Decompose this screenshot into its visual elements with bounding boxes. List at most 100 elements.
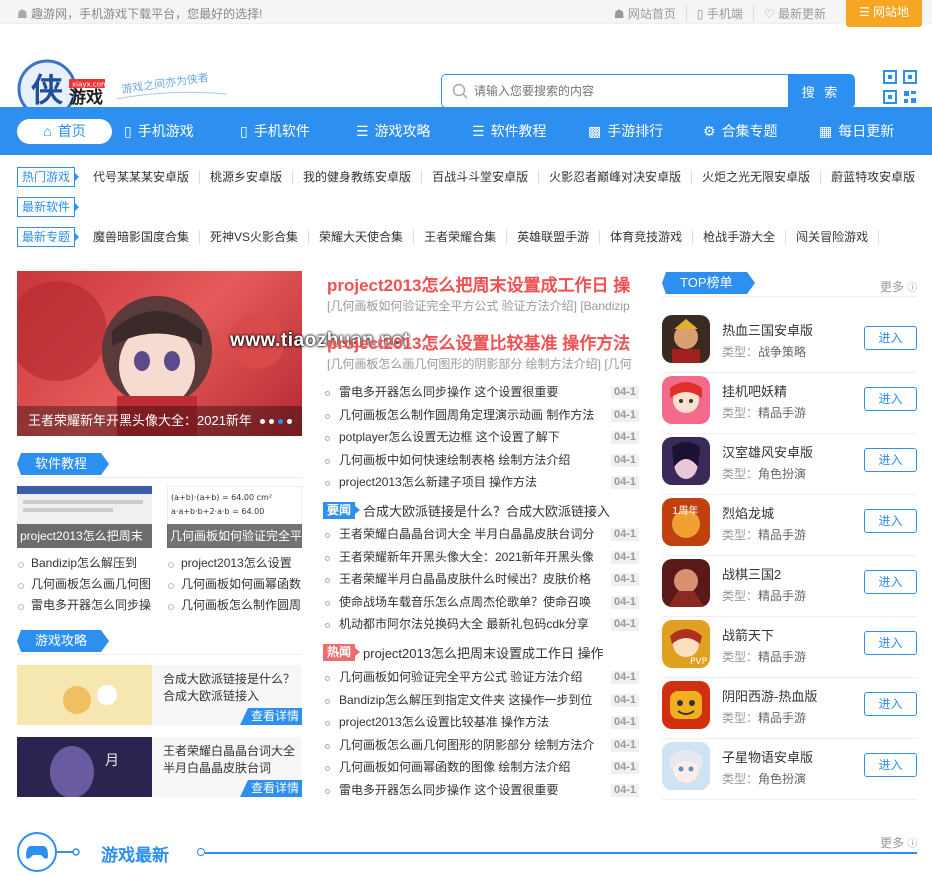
topic-link[interactable]: 枪战手游大全: [693, 230, 787, 244]
nav-game-guides[interactable]: ☰ 游戏攻略: [356, 107, 431, 155]
nav-collections[interactable]: ⚙ 合集专题: [703, 107, 778, 155]
nav-mobile-software[interactable]: ▯ 手机软件: [240, 107, 310, 155]
top-item[interactable]: 汉室雄风安卓版 类型：角色扮演 进入: [662, 434, 917, 495]
enter-button[interactable]: 进入: [864, 387, 917, 411]
game-name: 战箭天下: [722, 628, 775, 643]
game-type: 类型：战争策略: [722, 345, 807, 359]
topic-link[interactable]: 魔兽暗影国度合集: [83, 230, 201, 244]
top-link-mobile[interactable]: ▯ 手机端: [685, 5, 753, 22]
list-item[interactable]: 几何画板如何画幂函数: [167, 574, 302, 595]
latest-software-label[interactable]: 最新软件: [17, 197, 80, 217]
top-item[interactable]: 挂机吧妖精 类型：精品手游 进入: [662, 373, 917, 434]
topic-link[interactable]: 闯关冒险游戏: [786, 230, 880, 244]
soft-thumb[interactable]: (a+b)·(a+b) = 64.00 cm² a·a+b·b+2·a·b = 6…: [167, 486, 302, 548]
hot-game-link[interactable]: 百战斗斗堂安卓版: [422, 170, 540, 184]
topic-link[interactable]: 王者荣耀合集: [414, 230, 508, 244]
hot-game-link[interactable]: 桃源乡安卓版: [200, 170, 294, 184]
flag-hot[interactable]: 热闻 project2013怎么把周末设置成工作日 操作: [323, 643, 604, 661]
nav-rankings[interactable]: ▩ 手游排行: [588, 107, 663, 155]
enter-button[interactable]: 进入: [864, 509, 917, 533]
enter-button[interactable]: 进入: [864, 753, 917, 777]
game-icon: [662, 315, 710, 363]
news-item[interactable]: 几何画板如何画幂函数的图像 绘制方法介绍 04-1: [323, 756, 639, 779]
list-item[interactable]: 几何画板怎么画几何图: [17, 574, 152, 595]
list-item[interactable]: Bandizip怎么解压到: [17, 553, 152, 574]
hot-game-link[interactable]: 代号某某某安卓版: [83, 170, 201, 184]
qrcode-icon[interactable]: [883, 70, 917, 104]
news-item[interactable]: 几何画板如何验证完全平方公式 验证方法介绍 04-1: [323, 666, 639, 689]
sitemap-button[interactable]: ☰ 网站地: [846, 0, 922, 27]
news-item[interactable]: 王者荣耀新年开黑头像大全：2021新年开黑头像 04-1: [323, 546, 639, 569]
list-item[interactable]: 几何画板怎么制作圆周: [167, 595, 302, 616]
news-item[interactable]: 几何画板中如何快速绘制表格 绘制方法介绍 04-1: [323, 449, 639, 472]
game-type: 类型：精品手游: [722, 589, 807, 603]
dot[interactable]: [269, 419, 274, 424]
view-details-button[interactable]: 查看详情: [239, 708, 302, 725]
game-type: 类型：角色扮演: [722, 772, 807, 786]
hot-game-link[interactable]: 我的健身教练安卓版: [293, 170, 423, 184]
headline-2[interactable]: project2013怎么设置比较基准 操作方法: [327, 329, 639, 354]
top-link-latest[interactable]: ♡ 最新更新: [752, 5, 836, 22]
banner-slide[interactable]: 王者荣耀新年开黑头像大全：2021新年: [17, 271, 302, 436]
news-item[interactable]: 机动都市阿尔法兑换码大全 最新礼包码cdk分享 04-1: [323, 613, 639, 636]
top-item[interactable]: 1周年 烈焰龙城 类型：精品手游 进入: [662, 495, 917, 556]
nav-mobile-games[interactable]: ▯ 手机游戏: [124, 107, 194, 155]
topic-link[interactable]: 英雄联盟手游: [507, 230, 601, 244]
subline-2[interactable]: [几何画板怎么画几何图形的阴影部分 绘制方法介绍] [几何: [327, 355, 639, 372]
guide-card[interactable]: 合成大欧派链接是什么？合成大欧派链接入 查看详情: [17, 665, 302, 725]
top-item[interactable]: 子星物语安卓版 类型：角色扮演 进入: [662, 739, 917, 800]
flag-important[interactable]: 要闻 合成大欧派链接是什么？合成大欧派链接入: [323, 501, 610, 519]
news-item[interactable]: project2013怎么设置比较基准 操作方法 04-1: [323, 711, 639, 734]
top-item[interactable]: 热血三国安卓版 类型：战争策略 进入: [662, 312, 917, 373]
view-details-button[interactable]: 查看详情: [239, 780, 302, 797]
top-item[interactable]: 阴阳西游-热血版 类型：精品手游 进入: [662, 678, 917, 739]
list-icon: ☰: [356, 123, 369, 139]
enter-button[interactable]: 进入: [864, 448, 917, 472]
news-item[interactable]: 雷电多开器怎么同步操作 这个设置很重要 04-1: [323, 381, 639, 404]
news-item[interactable]: Bandizip怎么解压到指定文件夹 这操作一步到位 04-1: [323, 689, 639, 712]
list-item[interactable]: project2013怎么设置: [167, 553, 302, 574]
news-item[interactable]: 使命战场车载音乐怎么点周杰伦歌单？使命召唤 04-1: [323, 591, 639, 614]
enter-button[interactable]: 进入: [864, 570, 917, 594]
dot[interactable]: [260, 419, 265, 424]
dot[interactable]: [287, 419, 292, 424]
soft-thumb-caption: 几何画板如何验证完全平: [167, 524, 302, 548]
top-link-home[interactable]: ☗ 网站首页: [604, 5, 686, 22]
topic-link[interactable]: 体育竞技游戏: [600, 230, 694, 244]
latest-more-link[interactable]: 更多 ⓘ: [880, 834, 917, 851]
top-item[interactable]: PVP 战箭天下 类型：精品手游 进入: [662, 617, 917, 678]
news-item[interactable]: potplayer怎么设置无边框 这个设置了解下 04-1: [323, 426, 639, 449]
nav-daily-update[interactable]: ▦ 每日更新: [819, 107, 894, 155]
hot-games-label[interactable]: 热门游戏: [17, 167, 80, 187]
enter-button[interactable]: 进入: [864, 326, 917, 350]
hot-game-link[interactable]: 火炬之光无限安卓版: [692, 170, 822, 184]
topic-link[interactable]: 荣耀大天使合集: [309, 230, 415, 244]
guide-card[interactable]: 月 王者荣耀白晶晶台词大全 半月白晶晶皮肤台词 查看详情: [17, 737, 302, 797]
dot[interactable]: [278, 419, 283, 424]
game-name: 挂机吧妖精: [722, 384, 788, 399]
search-input[interactable]: [442, 75, 788, 107]
top-item[interactable]: 战棋三国2 类型：精品手游 进入: [662, 556, 917, 617]
enter-button[interactable]: 进入: [864, 692, 917, 716]
hot-game-link[interactable]: 火影忍者巅峰对决安卓版: [539, 170, 693, 184]
list-item[interactable]: 雷电多开器怎么同步操: [17, 595, 152, 616]
top-more-link[interactable]: 更多 ⓘ: [880, 278, 917, 295]
news-item[interactable]: 王者荣耀半月白晶晶皮肤什么时候出？皮肤价格 04-1: [323, 568, 639, 591]
news-item[interactable]: 几何画板怎么画几何图形的阴影部分 绘制方法介 04-1: [323, 734, 639, 757]
latest-topics-label[interactable]: 最新专题: [17, 227, 80, 247]
news-item[interactable]: 雷电多开器怎么同步操作 这个设置很重要 04-1: [323, 779, 639, 802]
phone-icon: ▯: [240, 123, 248, 139]
topic-link[interactable]: 死神VS火影合集: [200, 230, 310, 244]
soft-thumb[interactable]: project2013怎么把周末: [17, 486, 152, 548]
news-item[interactable]: 几何画板怎么制作圆周角定理演示动画 制作方法 04-1: [323, 404, 639, 427]
hot-game-link[interactable]: 蔚蓝特攻安卓版: [821, 170, 925, 184]
news-item[interactable]: project2013怎么新建子项目 操作方法 04-1: [323, 471, 639, 494]
nav-software-tutorials[interactable]: ☰ 软件教程: [472, 107, 547, 155]
subline-1[interactable]: [几何画板如何验证完全平方公式 验证方法介绍] [Bandizip: [327, 297, 639, 314]
game-name: 汉室雄风安卓版: [722, 445, 814, 460]
headline-1[interactable]: project2013怎么把周末设置成工作日 操: [327, 271, 639, 296]
nav-home[interactable]: ⌂ 首页: [17, 119, 112, 144]
search-button[interactable]: 搜 索: [788, 75, 854, 107]
enter-button[interactable]: 进入: [864, 631, 917, 655]
news-item[interactable]: 王者荣耀白晶晶台词大全 半月白晶晶皮肤台词分 04-1: [323, 523, 639, 546]
